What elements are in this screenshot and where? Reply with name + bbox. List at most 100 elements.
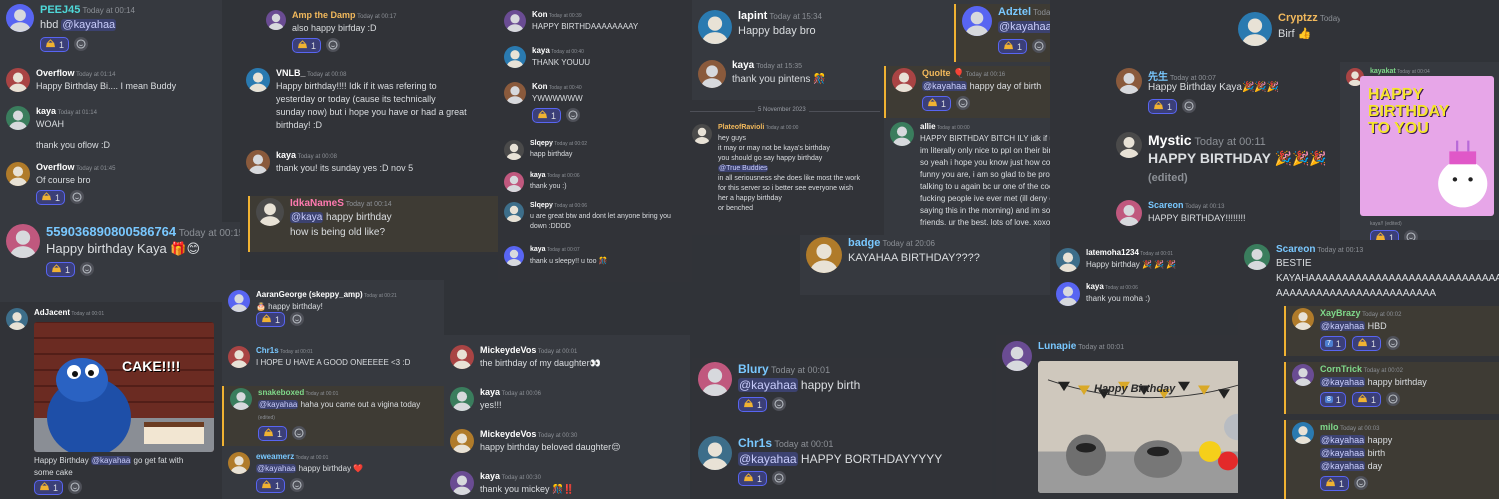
avatar[interactable] xyxy=(6,4,34,32)
add-reaction-icon[interactable] xyxy=(290,312,304,326)
add-reaction-icon[interactable] xyxy=(1354,476,1368,490)
avatar[interactable] xyxy=(504,246,524,266)
author-name[interactable]: kaya xyxy=(732,60,754,71)
avatar[interactable] xyxy=(504,140,524,160)
author-name[interactable]: kaya xyxy=(530,172,546,179)
reaction-button[interactable]: 81 xyxy=(1320,392,1346,407)
avatar[interactable] xyxy=(230,388,252,410)
user-mention[interactable]: @kayahaa xyxy=(1320,461,1366,471)
author-name[interactable]: Blury xyxy=(738,362,769,376)
avatar[interactable] xyxy=(228,452,250,474)
user-mention[interactable]: @kayahaa xyxy=(998,21,1053,33)
avatar[interactable] xyxy=(890,122,914,146)
author-name[interactable]: Kon xyxy=(532,10,548,19)
avatar[interactable] xyxy=(450,345,474,369)
author-name[interactable]: XayBrazy xyxy=(1320,308,1361,318)
author-name[interactable]: MickeydeVos xyxy=(480,429,536,439)
author-name[interactable]: MickeydeVos xyxy=(480,345,536,355)
user-mention[interactable]: @kayahaa xyxy=(61,19,117,31)
author-name[interactable]: Overflow xyxy=(36,162,75,172)
reaction-button[interactable]: 1 xyxy=(292,38,322,53)
avatar[interactable] xyxy=(6,68,30,92)
reaction-button[interactable]: 1 xyxy=(1352,392,1382,407)
author-name[interactable]: VNLB_ xyxy=(276,68,306,78)
avatar[interactable] xyxy=(504,172,524,192)
avatar[interactable] xyxy=(698,10,732,44)
avatar[interactable] xyxy=(228,346,250,368)
user-mention[interactable]: @True Buddies xyxy=(718,165,769,172)
avatar[interactable] xyxy=(962,6,992,36)
user-mention[interactable]: @kayahaa xyxy=(256,464,297,473)
avatar[interactable] xyxy=(1292,364,1314,386)
avatar[interactable] xyxy=(6,224,40,258)
author-name[interactable]: Slqepy xyxy=(530,140,553,147)
author-name[interactable]: kayakat xyxy=(1370,68,1396,75)
user-mention[interactable]: @kayahaa xyxy=(1320,435,1366,445)
reaction-button[interactable]: 1 xyxy=(922,96,952,111)
author-name[interactable]: milo xyxy=(1320,422,1339,432)
avatar[interactable] xyxy=(246,150,270,174)
avatar[interactable] xyxy=(1116,200,1142,226)
author-name[interactable]: latemoha1234 xyxy=(1086,248,1139,257)
avatar[interactable] xyxy=(1056,248,1080,272)
author-name[interactable]: allie xyxy=(920,122,936,131)
author-name[interactable]: Scareon xyxy=(1276,244,1315,255)
avatar[interactable] xyxy=(246,68,270,92)
reaction-button[interactable]: 1 xyxy=(1148,99,1178,114)
reaction-button[interactable]: 1 xyxy=(998,39,1028,54)
author-name[interactable]: AaranGeorge (skeppy_amp) xyxy=(256,290,363,299)
author-name[interactable]: Kon xyxy=(532,82,548,91)
add-reaction-icon[interactable] xyxy=(292,426,306,440)
embedded-image[interactable]: CAKE!!!! xyxy=(34,322,214,452)
avatar[interactable] xyxy=(806,237,842,273)
author-name[interactable]: Cryptzz xyxy=(1278,12,1318,24)
add-reaction-icon[interactable] xyxy=(290,478,304,492)
add-reaction-icon[interactable] xyxy=(1032,39,1046,53)
avatar[interactable] xyxy=(6,106,30,130)
avatar[interactable] xyxy=(1056,282,1080,306)
add-reaction-icon[interactable] xyxy=(70,190,84,204)
reaction-button[interactable]: 1 xyxy=(34,480,64,495)
author-name[interactable]: lapint xyxy=(738,10,767,22)
avatar[interactable] xyxy=(698,362,732,396)
author-name[interactable]: kaya xyxy=(36,106,56,116)
author-name[interactable]: Lunapie xyxy=(1038,341,1076,352)
avatar[interactable] xyxy=(504,202,524,222)
add-reaction-icon[interactable] xyxy=(80,262,94,276)
user-mention[interactable]: @kayahaa xyxy=(1320,448,1366,458)
avatar[interactable] xyxy=(266,10,286,30)
avatar[interactable] xyxy=(504,46,526,68)
avatar[interactable] xyxy=(450,429,474,453)
avatar[interactable] xyxy=(1292,308,1314,330)
avatar[interactable] xyxy=(504,82,526,104)
avatar[interactable] xyxy=(1116,132,1142,158)
reaction-button[interactable]: 1 xyxy=(256,312,286,327)
avatar[interactable] xyxy=(692,124,712,144)
avatar[interactable] xyxy=(6,308,28,330)
author-name[interactable]: PlateofRavioli xyxy=(718,124,764,131)
embedded-image[interactable]: HAPPY BIRTHDAY TO YOU xyxy=(1360,76,1494,216)
author-name[interactable]: CornTrick xyxy=(1320,364,1362,374)
avatar[interactable] xyxy=(892,68,916,92)
author-name[interactable]: Chr1s xyxy=(256,346,279,355)
add-reaction-icon[interactable] xyxy=(74,37,88,51)
user-mention[interactable]: @kayahaa xyxy=(738,378,798,392)
author-name[interactable]: kaya xyxy=(480,471,500,481)
user-mention[interactable]: @kayahaa xyxy=(738,452,798,466)
avatar[interactable] xyxy=(1002,341,1032,371)
add-reaction-icon[interactable] xyxy=(566,108,580,122)
user-mention[interactable]: @kayahaa xyxy=(258,400,299,409)
author-name[interactable]: badge xyxy=(848,237,880,249)
reaction-button[interactable]: 1 xyxy=(1320,476,1350,491)
reaction-button[interactable]: 1 xyxy=(256,478,286,493)
reaction-button[interactable]: 1 xyxy=(40,37,70,52)
avatar[interactable] xyxy=(228,290,250,312)
author-name[interactable]: snakeboxed xyxy=(258,388,304,397)
author-name[interactable]: PEEJ45 xyxy=(40,4,80,16)
author-name[interactable]: kaya xyxy=(530,246,546,253)
author-name[interactable]: Quolte 🎈 xyxy=(922,68,964,78)
author-name[interactable]: Amp the Damp xyxy=(292,10,356,20)
avatar[interactable] xyxy=(1116,68,1142,94)
author-name[interactable]: AdJacent xyxy=(34,308,70,317)
add-reaction-icon[interactable] xyxy=(772,397,786,411)
